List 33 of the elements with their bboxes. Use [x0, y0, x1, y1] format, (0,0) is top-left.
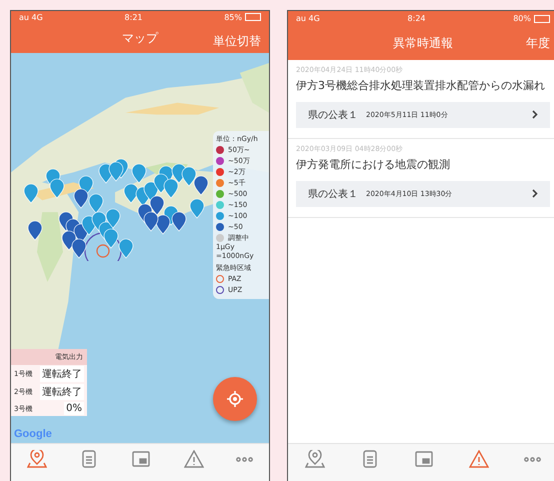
screen-title: 異常時通報 [393, 34, 453, 52]
report-title: 伊方発電所における地震の観測 [296, 156, 451, 173]
map-pin-icon [305, 450, 326, 468]
image-icon [414, 450, 434, 468]
alert-tab[interactable] [184, 450, 204, 468]
output-cell: 運転終了 [40, 366, 84, 382]
clock-text: 8:21 [124, 12, 142, 22]
battery-icon [534, 14, 550, 22]
alert-tab[interactable] [469, 450, 490, 468]
clock-text: 8:24 [408, 14, 426, 23]
map-tab[interactable] [305, 450, 326, 468]
screen-title: マップ [122, 30, 158, 47]
battery-percent: 80% [513, 14, 531, 23]
output-cell: 0% [64, 402, 84, 415]
battery-icon [245, 13, 261, 22]
battery-percent: 85% [224, 12, 242, 22]
map-tab[interactable] [27, 450, 48, 468]
more-icon [236, 457, 253, 462]
warning-icon [469, 450, 490, 468]
warning-icon [184, 450, 204, 468]
map-pin-icon [27, 450, 48, 468]
locate-icon [226, 390, 244, 408]
output-cell: 運転終了 [40, 384, 84, 400]
chevron-icon [532, 110, 538, 120]
image-tab[interactable] [131, 450, 152, 468]
carrier-text: au 4G [296, 14, 320, 23]
map-attribution: Google [14, 428, 52, 440]
chevron-icon [532, 189, 538, 198]
image-icon [131, 450, 152, 468]
more-icon [524, 457, 541, 462]
image-tab[interactable] [414, 450, 434, 468]
report-title: 伊方3号機総合排水処理装置排水配管からの水漏れ [296, 78, 546, 94]
carrier-text: au 4G [19, 12, 43, 22]
